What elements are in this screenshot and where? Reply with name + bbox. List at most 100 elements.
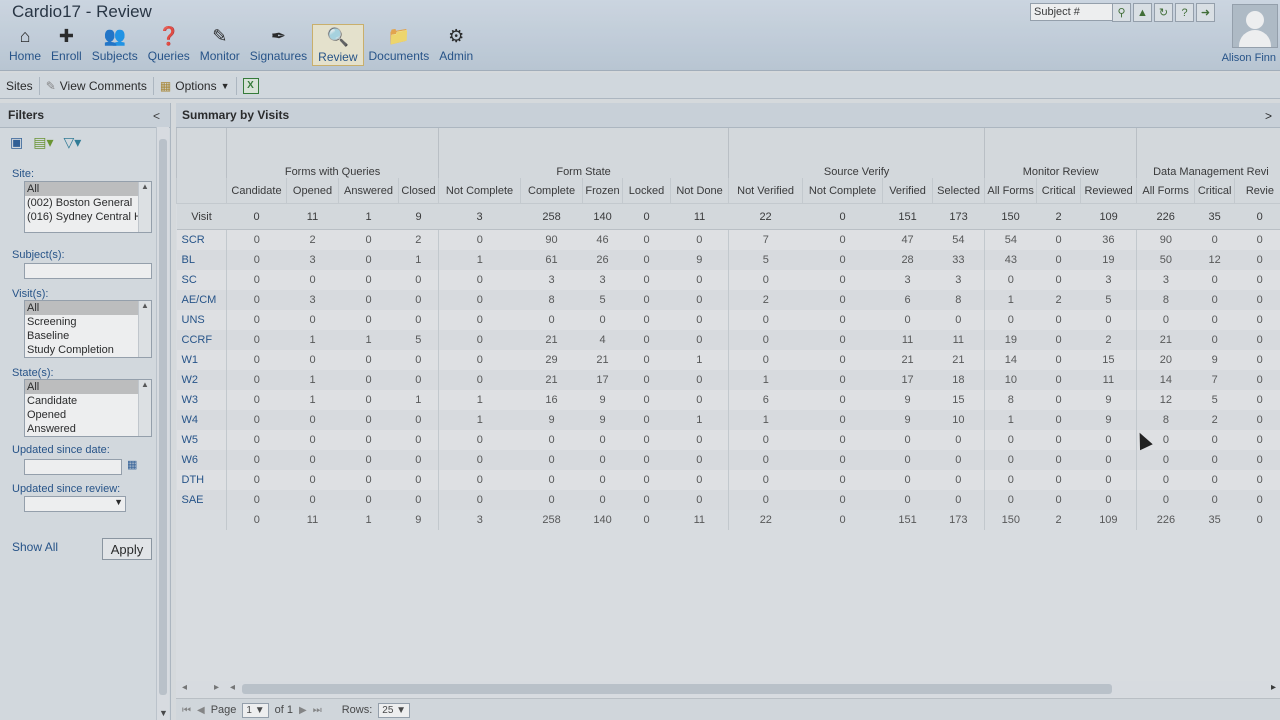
column-header[interactable]: Closed: [397, 178, 439, 204]
visit-name-cell[interactable]: W5: [176, 430, 227, 450]
column-header[interactable]: Not Verified: [728, 178, 803, 204]
list-option[interactable]: All: [25, 301, 151, 315]
show-all-link[interactable]: Show All: [12, 540, 58, 554]
visit-name-cell[interactable]: AE/CM: [176, 290, 227, 310]
filter-menu-icon[interactable]: ▽▾: [64, 134, 82, 151]
list-option[interactable]: Screening: [25, 315, 151, 329]
sites-button[interactable]: Sites: [0, 79, 39, 93]
column-header[interactable]: Revie: [1234, 178, 1280, 204]
column-header[interactable]: Not Complete: [802, 178, 883, 204]
options-button[interactable]: ▦ Options ▼: [154, 79, 236, 93]
visit-name-cell[interactable]: BL: [176, 250, 227, 270]
list-option[interactable]: Study Completion: [25, 343, 151, 357]
page-select[interactable]: 1 ▼: [242, 702, 269, 718]
updated-date-field[interactable]: [24, 459, 122, 475]
visit-name-cell[interactable]: SCR: [176, 229, 227, 250]
listbox-scrollbar[interactable]: ▲: [138, 182, 151, 232]
table-row[interactable]: SC 0 0 0 0 0 3 3 0 0 0 0 3 3 0 0 3 3 0 0: [176, 270, 1280, 290]
visit-name-cell[interactable]: SAE: [176, 490, 227, 510]
list-option[interactable]: Baseline: [25, 329, 151, 343]
table-row[interactable]: W5 0 0 0 0 0 0 0 0 0 0 0 0 0 0 0 0 0 0 0: [176, 430, 1280, 450]
nav-documents[interactable]: 📁 Documents: [364, 24, 435, 64]
first-page-icon[interactable]: ⏮: [182, 705, 191, 716]
column-header[interactable]: All Forms: [984, 178, 1037, 204]
visit-name-cell[interactable]: UNS: [176, 310, 227, 330]
column-header[interactable]: Critical: [1194, 178, 1235, 204]
nav-admin[interactable]: ⚙ Admin: [434, 24, 478, 64]
column-header[interactable]: Not Done: [670, 178, 729, 204]
column-header[interactable]: Verified: [882, 178, 933, 204]
column-header[interactable]: Reviewed: [1080, 178, 1137, 204]
column-header[interactable]: Opened: [286, 178, 339, 204]
view-comments-button[interactable]: ✎ View Comments: [40, 79, 153, 93]
prev-page-icon[interactable]: ◀: [197, 705, 205, 716]
avatar[interactable]: [1232, 4, 1278, 48]
rows-select[interactable]: 25 ▼: [378, 702, 411, 718]
column-header[interactable]: Frozen: [582, 178, 623, 204]
table-row[interactable]: W3 0 1 0 1 1 16 9 0 0 6 0 9 15 8 0 9 12 5 0: [176, 390, 1280, 410]
apply-button[interactable]: Apply: [102, 538, 152, 560]
table-row[interactable]: W2 0 1 0 0 0 21 17 0 0 1 0 17 18 10 0 11 14 7 0: [176, 370, 1280, 390]
column-header[interactable]: Answered: [338, 178, 399, 204]
user-name[interactable]: Alison Finn: [1222, 52, 1276, 64]
subject-field[interactable]: [24, 263, 152, 279]
list-option[interactable]: (002) Boston General: [25, 196, 151, 210]
column-header[interactable]: Selected: [932, 178, 985, 204]
list-option[interactable]: All: [25, 182, 151, 196]
list-option[interactable]: Opened: [25, 408, 151, 422]
table-row[interactable]: UNS 0 0 0 0 0 0 0 0 0 0 0 0 0 0 0 0 0 0 0: [176, 310, 1280, 330]
table-row[interactable]: DTH 0 0 0 0 0 0 0 0 0 0 0 0 0 0 0 0 0 0 0: [176, 470, 1280, 490]
visit-name-cell[interactable]: W2: [176, 370, 227, 390]
list-option[interactable]: Answered: [25, 422, 151, 436]
list-option[interactable]: (016) Sydney Central H: [25, 210, 151, 224]
nav-subjects[interactable]: 👥 Subjects: [87, 24, 143, 64]
table-row[interactable]: SAE 0 0 0 0 0 0 0 0 0 0 0 0 0 0 0 0 0 0 0: [176, 490, 1280, 510]
logout-icon[interactable]: ➜: [1196, 3, 1215, 22]
nav-review[interactable]: 🔍 Review: [312, 24, 364, 66]
visit-name-cell[interactable]: SC: [176, 270, 227, 290]
table-row[interactable]: W1 0 0 0 0 0 29 21 0 1 0 0 21 21 14 0 15 20 9 0: [176, 350, 1280, 370]
excel-export-icon[interactable]: X: [242, 77, 259, 94]
nav-home[interactable]: ⌂ Home: [4, 24, 46, 64]
refresh-icon[interactable]: ↻: [1154, 3, 1173, 22]
visit-name-cell[interactable]: W3: [176, 390, 227, 410]
nav-queries[interactable]: ❓ Queries: [143, 24, 195, 64]
column-header[interactable]: Critical: [1036, 178, 1081, 204]
visit-name-cell[interactable]: W6: [176, 450, 227, 470]
last-page-icon[interactable]: ⏭: [313, 705, 322, 716]
list-option[interactable]: All: [25, 380, 151, 394]
table-row[interactable]: AE/CM 0 3 0 0 0 8 5 0 0 2 0 6 8 1 2 5 8 0 0: [176, 290, 1280, 310]
column-header[interactable]: Locked: [622, 178, 671, 204]
site-listbox[interactable]: All (002) Boston General (016) Sydney Cent…: [24, 181, 152, 233]
column-header[interactable]: Not Complete: [438, 178, 521, 204]
subject-search-input[interactable]: Subject #: [1030, 3, 1114, 21]
visit-name-cell[interactable]: W1: [176, 350, 227, 370]
filters-scrollbar[interactable]: ▼: [156, 127, 169, 720]
table-row[interactable]: BL 0 3 0 1 1 61 26 0 9 5 0 28 33 43 0 19 50 12 0: [176, 250, 1280, 270]
table-row[interactable]: CCRF 0 1 1 5 0 21 4 0 0 0 0 11 11 19 0 2 21 0 0: [176, 330, 1280, 350]
visit-name-cell[interactable]: DTH: [176, 470, 227, 490]
visit-listbox[interactable]: All Screening Baseline Study Completion ▲: [24, 300, 152, 358]
saved-filters-icon[interactable]: ▤▾: [33, 134, 53, 151]
column-header[interactable]: Complete: [520, 178, 583, 204]
nav-monitor[interactable]: ✎ Monitor: [195, 24, 245, 64]
expand-icon[interactable]: >: [1265, 109, 1272, 123]
calendar-icon[interactable]: ▦: [127, 458, 137, 471]
updated-review-select[interactable]: ▼: [24, 496, 126, 512]
state-listbox[interactable]: All Candidate Opened Answered ▲: [24, 379, 152, 437]
help-icon[interactable]: ?: [1175, 3, 1194, 22]
horizontal-scrollbar[interactable]: ◂ ▸ ◂ ▸: [176, 681, 1280, 697]
column-header[interactable]: Candidate: [226, 178, 287, 204]
visit-name-cell[interactable]: W4: [176, 410, 227, 430]
alert-icon[interactable]: ▲: [1133, 3, 1152, 22]
save-icon[interactable]: ▣: [10, 134, 23, 151]
visit-name-cell[interactable]: CCRF: [176, 330, 227, 350]
table-row[interactable]: SCR 0 2 0 2 0 90 46 0 0 7 0 47 54 54 0 36 90 0 0: [176, 229, 1280, 250]
table-row[interactable]: W4 0 0 0 0 1 9 9 0 1 1 0 9 10 1 0 9 8 2 0: [176, 410, 1280, 430]
nav-signatures[interactable]: ✒ Signatures: [245, 24, 312, 64]
table-row[interactable]: W6 0 0 0 0 0 0 0 0 0 0 0 0 0 0 0 0 0 0 0: [176, 450, 1280, 470]
listbox-scrollbar[interactable]: ▲: [138, 301, 151, 357]
listbox-scrollbar[interactable]: ▲: [138, 380, 151, 436]
nav-enroll[interactable]: ✚ Enroll: [46, 24, 87, 64]
column-header[interactable]: All Forms: [1136, 178, 1195, 204]
